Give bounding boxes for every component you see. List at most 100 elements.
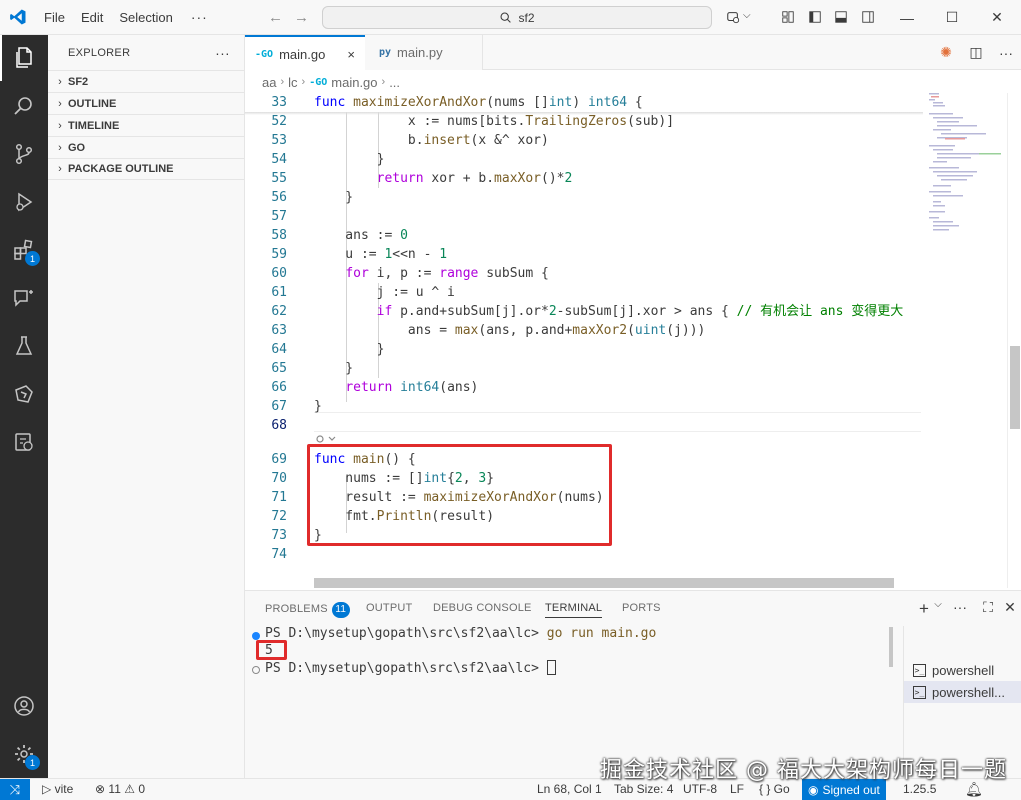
terminal-list-item[interactable]: >_ powershell... [904, 681, 1021, 703]
code-line[interactable]: 68 [245, 416, 923, 435]
section-sf2[interactable]: › SF2 [48, 70, 244, 92]
files-icon[interactable] [0, 35, 48, 81]
copilot-icon[interactable] [726, 10, 740, 24]
chevron-right-icon: › [381, 76, 386, 88]
minimize-button[interactable]: — [885, 0, 929, 35]
line-number: 61 [271, 285, 287, 300]
status-problems[interactable]: ⊗ 11 ⚠ 0 [95, 782, 145, 796]
chat-icon[interactable] [0, 275, 48, 321]
tab-debug-console[interactable]: DEBUG CONSOLE [433, 602, 532, 614]
source-control-icon[interactable] [0, 131, 48, 177]
terminal-scrollbar[interactable] [889, 627, 893, 667]
section-package-outline[interactable]: › PACKAGE OUTLINE [48, 158, 244, 180]
line-number: 70 [271, 471, 287, 486]
copilot-sparkle-icon[interactable]: ✺ [931, 44, 961, 61]
code-line[interactable]: 67} [245, 397, 923, 416]
account-icon[interactable] [0, 683, 48, 729]
code-line[interactable]: 62 if p.and+subSum[j].or*2-subSum[j].xor… [245, 302, 923, 321]
minimap[interactable] [921, 93, 1007, 588]
testing-icon[interactable] [0, 323, 48, 369]
chevron-down-icon[interactable]: ⌵ [927, 599, 949, 619]
back-arrow-icon[interactable]: ← [268, 9, 283, 26]
code-line[interactable]: 58 ans := 0 [245, 226, 923, 245]
sticky-scroll-line[interactable]: 33 func maximizeXorAndXor(nums []int) int… [245, 93, 923, 112]
code-line[interactable]: 74 [245, 545, 923, 564]
breadcrumb-item[interactable]: ... [389, 75, 400, 90]
menu-selection[interactable]: Selection [111, 10, 180, 25]
scrollbar-thumb[interactable] [1010, 346, 1020, 429]
powershell-icon: >_ [913, 663, 926, 677]
close-window-button[interactable]: ✕ [975, 0, 1019, 35]
chevron-right-icon: › [280, 76, 285, 88]
tab-output[interactable]: OUTPUT [366, 602, 412, 614]
code-line[interactable]: 61 j := u ^ i [245, 283, 923, 302]
forward-arrow-icon[interactable]: → [294, 9, 309, 26]
go-icon[interactable] [0, 371, 48, 417]
menu-file[interactable]: File [36, 10, 73, 25]
code-line[interactable]: 60 for i, p := range subSum { [245, 264, 923, 283]
tab-main-py[interactable]: py main.py [365, 35, 483, 70]
status-eol[interactable]: LF [730, 782, 744, 796]
command-center-search[interactable]: sf2 [322, 6, 712, 29]
code-line[interactable]: 65 } [245, 359, 923, 378]
extensions-icon[interactable]: 1 [0, 227, 48, 273]
section-timeline[interactable]: › TIMELINE [48, 114, 244, 136]
code-text: j := u ^ i [314, 285, 455, 300]
remote-indicator-icon[interactable]: ⤨ [0, 779, 30, 800]
line-number: 57 [271, 209, 287, 224]
toggle-panel-icon[interactable] [834, 10, 848, 24]
section-outline[interactable]: › OUTLINE [48, 92, 244, 114]
split-editor-icon[interactable]: ◫ [961, 44, 991, 61]
status-encoding[interactable]: UTF-8 [683, 782, 717, 796]
section-label: PACKAGE OUTLINE [68, 163, 174, 175]
run-debug-icon[interactable] [0, 179, 48, 225]
status-branch[interactable]: ▷ vite [42, 782, 73, 796]
settings-gear-icon[interactable]: 1 [0, 731, 48, 777]
menu-edit[interactable]: Edit [73, 10, 111, 25]
editor-vertical-scrollbar[interactable] [1007, 93, 1021, 588]
watermark: 掘金技术社区 @ 福大大架构师每日一题 [600, 758, 1007, 783]
code-line[interactable]: 53 b.insert(x &^ xor) [245, 131, 923, 150]
close-panel-icon[interactable]: ✕ [999, 599, 1021, 619]
code-line[interactable]: 64 } [245, 340, 923, 359]
sticky-scroll-shadow [245, 112, 923, 115]
section-go[interactable]: › GO [48, 136, 244, 158]
maximize-panel-icon[interactable]: ⛶ [977, 599, 999, 619]
code-line[interactable]: 63 ans = max(ans, p.and+maxXor2(uint(j))… [245, 321, 923, 340]
status-tab-size[interactable]: Tab Size: 4 [614, 782, 673, 796]
tab-ports[interactable]: PORTS [622, 602, 661, 614]
explorer-more-button[interactable]: ··· [215, 45, 230, 61]
menu-more-button[interactable]: ··· [181, 9, 218, 25]
code-line[interactable]: 55 return xor + b.maxXor()*2 [245, 169, 923, 188]
chevron-down-icon[interactable]: ⌵ [743, 10, 751, 21]
line-number: 71 [271, 490, 287, 505]
breadcrumb-item[interactable]: main.go [331, 75, 377, 90]
section-label: TIMELINE [68, 119, 120, 132]
toggle-sidebar-icon[interactable] [808, 10, 822, 24]
code-line[interactable]: 54 } [245, 150, 923, 169]
code-line[interactable]: 56 } [245, 188, 923, 207]
terminal-name: powershell [932, 662, 995, 678]
close-icon[interactable]: × [347, 47, 355, 62]
code-line[interactable]: 59 u := 1<<n - 1 [245, 245, 923, 264]
more-actions-icon[interactable]: ··· [949, 599, 971, 619]
layout-customize-icon[interactable] [781, 10, 795, 24]
maximize-button[interactable]: ☐ [930, 0, 974, 35]
code-text: ans = max(ans, p.and+maxXor2(uint(j))) [314, 323, 706, 338]
terminal-list-item[interactable]: >_ powershell [904, 659, 1021, 681]
breadcrumb-item[interactable]: aa [262, 75, 276, 90]
editor-horizontal-scrollbar[interactable] [314, 578, 894, 588]
tab-terminal[interactable]: TERMINAL [545, 602, 603, 618]
breadcrumb-item[interactable]: lc [288, 75, 297, 90]
status-language[interactable]: { } Go [759, 782, 790, 796]
more-actions-icon[interactable]: ··· [991, 45, 1021, 61]
status-go-version[interactable]: 1.25.5 [903, 782, 936, 796]
status-cursor-position[interactable]: Ln 68, Col 1 [537, 782, 602, 796]
remote-icon[interactable] [0, 419, 48, 465]
search-icon[interactable] [0, 83, 48, 129]
code-line[interactable]: 57 [245, 207, 923, 226]
tab-main-go[interactable]: -GO main.go × [245, 35, 365, 71]
tab-problems[interactable]: PROBLEMS 11 [265, 602, 350, 618]
code-line[interactable]: 66 return int64(ans) [245, 378, 923, 397]
toggle-secondary-sidebar-icon[interactable] [861, 10, 875, 24]
